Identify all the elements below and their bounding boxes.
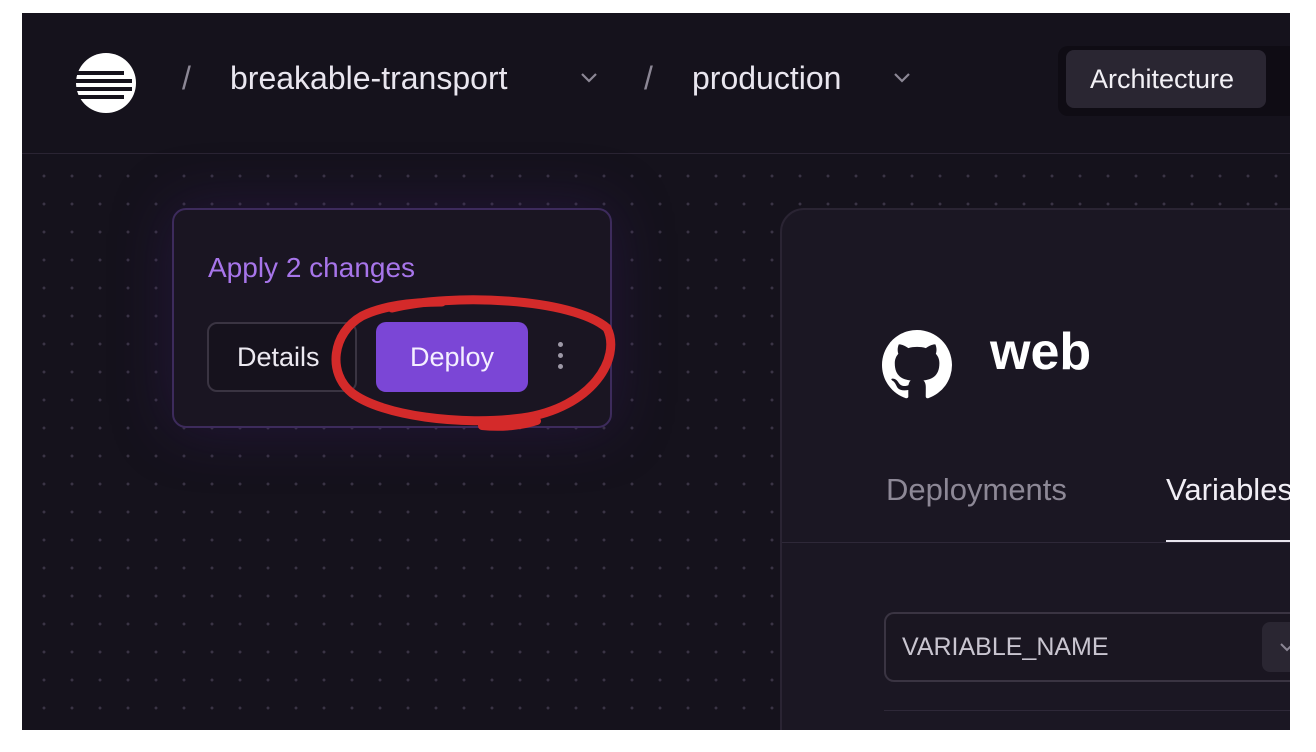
deploy-button[interactable]: Deploy <box>376 322 528 392</box>
tabs-divider <box>782 542 1290 543</box>
breadcrumb-environment[interactable]: production <box>692 60 841 97</box>
app-screen: / breakable-transport / production Archi… <box>22 13 1290 730</box>
chevron-down-icon[interactable] <box>892 71 912 85</box>
github-icon <box>882 330 952 399</box>
chevron-down-icon <box>1280 643 1290 652</box>
architecture-tab[interactable]: Architecture <box>1066 50 1266 108</box>
breadcrumb-separator: / <box>644 60 653 96</box>
staged-changes-card: Apply 2 changes Details Deploy <box>172 208 612 428</box>
tab-variables[interactable]: Variables <box>1166 472 1290 508</box>
railway-logo-icon[interactable] <box>72 52 140 114</box>
view-switcher: Architecture <box>1058 46 1290 116</box>
more-options-icon[interactable] <box>554 342 566 376</box>
service-title: web <box>990 323 1092 381</box>
variable-name-input[interactable]: VARIABLE_NAME <box>884 612 1290 682</box>
variable-name-placeholder: VARIABLE_NAME <box>902 633 1109 661</box>
variable-suggestions-dropdown[interactable] <box>1262 622 1290 672</box>
service-panel: web Deployments Variables VARIABLE_NAME <box>780 208 1290 730</box>
top-bar: / breakable-transport / production Archi… <box>22 13 1290 154</box>
staged-changes-title: Apply 2 changes <box>208 252 416 283</box>
chevron-down-icon[interactable] <box>579 71 599 85</box>
details-button[interactable]: Details <box>207 322 357 392</box>
breadcrumb-separator: / <box>182 60 191 96</box>
panel-divider <box>884 710 1290 711</box>
tab-deployments[interactable]: Deployments <box>886 472 1067 508</box>
breadcrumb-project[interactable]: breakable-transport <box>230 60 507 97</box>
